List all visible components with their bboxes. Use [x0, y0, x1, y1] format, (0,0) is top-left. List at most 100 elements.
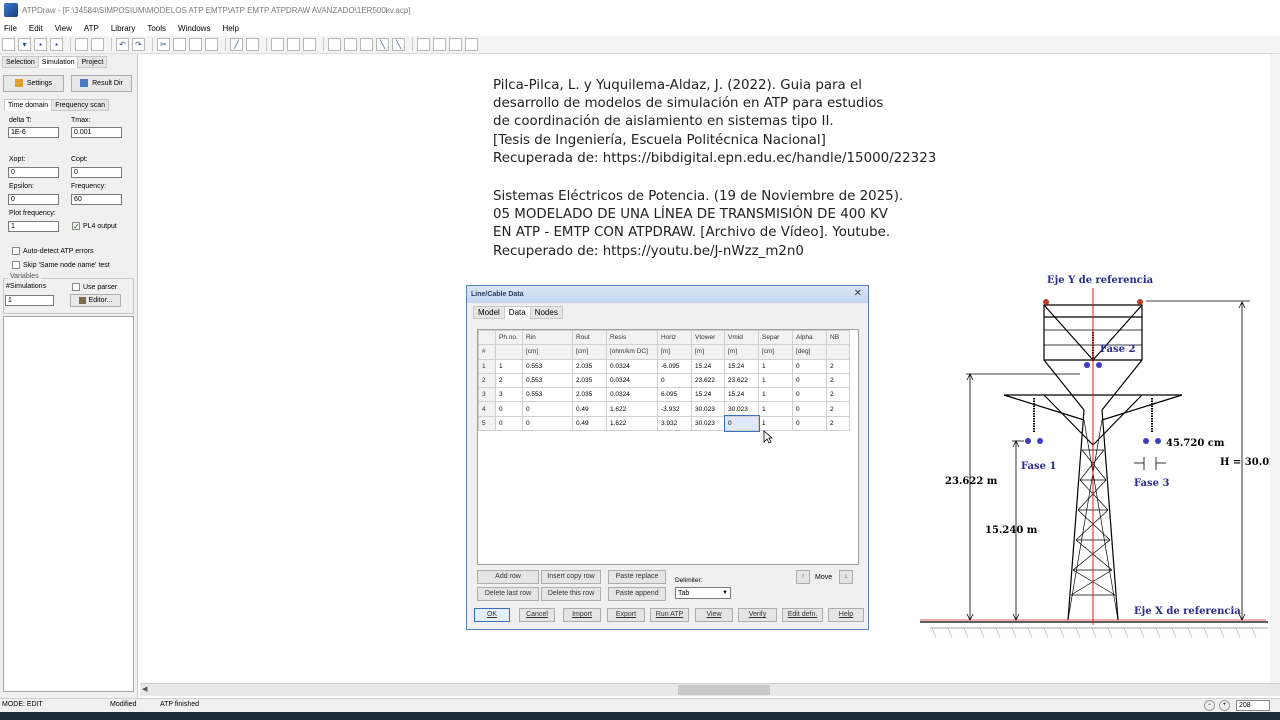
connection-icon[interactable]: ╲	[376, 38, 389, 51]
flip-icon[interactable]	[287, 38, 300, 51]
view-button[interactable]: View	[695, 608, 733, 622]
use-parser-checkbox[interactable]	[72, 283, 80, 291]
insert-copy-row-button[interactable]: Insert copy row	[541, 570, 601, 584]
paste-icon[interactable]	[189, 38, 202, 51]
run-atp-button[interactable]: Run ATP	[650, 608, 689, 622]
open-folder-icon[interactable]: ▾	[18, 38, 31, 51]
col-header[interactable]: NB	[826, 329, 850, 346]
table-row[interactable]: 4 0 0 0.49 1.622 -3.932 30.023 30.023 1 0 2	[478, 401, 850, 417]
col-header[interactable]: Resis	[606, 329, 658, 346]
simulations-count-input[interactable]: 1	[5, 295, 54, 306]
scroll-left-icon[interactable]: ◀	[142, 685, 147, 693]
move-down-button[interactable]: ↓	[839, 570, 853, 584]
xopt-input[interactable]: 0	[8, 167, 59, 178]
delete-last-row-button[interactable]: Delete last row	[477, 587, 539, 601]
refresh-icon[interactable]	[328, 38, 341, 51]
col-header[interactable]: Vtower	[691, 329, 725, 346]
relation-icon[interactable]: ╲	[392, 38, 405, 51]
result-dir-button[interactable]: Result Dir	[71, 75, 132, 92]
add-row-button[interactable]: Add row	[477, 570, 539, 584]
delete-this-row-button[interactable]: Delete this row	[541, 587, 601, 601]
col-header[interactable]: Horiz	[657, 329, 692, 346]
edit-definition-button[interactable]: Edit defn.	[782, 608, 823, 622]
col-header[interactable]: Rin	[522, 329, 573, 346]
new-file-icon[interactable]	[2, 38, 15, 51]
tree-icon[interactable]	[465, 38, 478, 51]
tab-nodes[interactable]: Nodes	[529, 306, 563, 319]
menu-library[interactable]: Library	[107, 24, 143, 33]
delta-t-input[interactable]: 1E-6	[8, 127, 59, 138]
menu-file[interactable]: File	[0, 24, 25, 33]
paste-replace-button[interactable]: Paste replace	[608, 570, 666, 584]
redo-icon[interactable]: ↷	[132, 38, 145, 51]
editor-button[interactable]: Editor...	[70, 294, 121, 307]
table-row[interactable]: 5 0 0 0.49 1.622 3.932 30.023 0 1 0 2	[478, 415, 850, 432]
zoom-out-icon[interactable]: −	[1204, 700, 1215, 711]
ok-button[interactable]: OK	[474, 608, 510, 622]
pl4-output-checkbox[interactable]	[72, 222, 80, 230]
col-header[interactable]: Alpha	[792, 329, 827, 346]
cancel-button[interactable]: Cancel	[519, 608, 555, 622]
col-header[interactable]: Vmid	[724, 329, 759, 346]
conductor-data-grid[interactable]: Ph.no. Rin Rout Resis Horiz Vtower Vmid …	[477, 329, 859, 565]
table-row[interactable]: 1 1 0.553 2.035 0.0324 -6.095 15.24 15.24 1 0 2	[478, 358, 850, 374]
col-header[interactable]: Ph.no.	[495, 329, 523, 346]
tab-model[interactable]: Model	[473, 306, 505, 319]
menu-windows[interactable]: Windows	[174, 24, 218, 33]
table-row[interactable]: 3 3 0.553 2.035 0.0324 6.095 15.24 15.24 1 0 2	[478, 387, 850, 403]
col-header[interactable]: Separ	[758, 329, 793, 346]
move-up-button[interactable]: ↑	[796, 570, 810, 584]
close-icon[interactable]: ✕	[854, 288, 862, 299]
tab-selection[interactable]: Selection	[2, 56, 39, 68]
compress-icon[interactable]	[417, 38, 430, 51]
epsilon-input[interactable]: 0	[8, 194, 59, 205]
mirror-icon[interactable]	[303, 38, 316, 51]
delimiter-select[interactable]: Tab ▼	[675, 587, 731, 599]
lock-icon[interactable]	[360, 38, 373, 51]
copy-icon[interactable]	[173, 38, 186, 51]
menu-atp[interactable]: ATP	[80, 24, 107, 33]
vertical-scrollbar[interactable]	[1270, 54, 1280, 683]
settings-button[interactable]: Settings	[3, 75, 64, 92]
menu-tools[interactable]: Tools	[143, 24, 174, 33]
copt-input[interactable]: 0	[71, 167, 122, 178]
save-all-icon[interactable]: ▪	[50, 38, 63, 51]
tab-data[interactable]: Data	[503, 306, 531, 320]
menu-edit[interactable]: Edit	[25, 24, 51, 33]
skip-node-name-checkbox[interactable]	[12, 261, 20, 269]
cut-icon[interactable]: ✂	[157, 38, 170, 51]
horizontal-scrollbar[interactable]: ◀	[140, 683, 1280, 696]
verify-button[interactable]: Verify	[738, 608, 777, 622]
line-draw-icon[interactable]: ╱	[230, 38, 243, 51]
help-button[interactable]: Help	[828, 608, 864, 622]
export-icon[interactable]	[91, 38, 104, 51]
text-icon[interactable]	[246, 38, 259, 51]
editing-cell[interactable]: 0	[723, 415, 760, 432]
simulation-list-box[interactable]	[3, 316, 134, 692]
rotate-icon[interactable]	[271, 38, 284, 51]
duplicate-icon[interactable]	[205, 38, 218, 51]
paste-append-button[interactable]: Paste append	[608, 587, 666, 601]
tab-project[interactable]: Project	[77, 56, 108, 68]
table-row[interactable]: 2 2 0.553 2.035 0.0324 0 23.622 23.622 1 0 2	[478, 372, 850, 389]
col-header[interactable]: Rout	[572, 329, 607, 346]
edit-icon[interactable]	[449, 38, 462, 51]
menu-help[interactable]: Help	[218, 24, 246, 33]
undo-icon[interactable]: ↶	[116, 38, 129, 51]
export-button[interactable]: Export	[607, 608, 645, 622]
horizontal-scroll-thumb[interactable]	[678, 685, 770, 695]
zoom-level-select[interactable]: 208	[1236, 700, 1270, 711]
tab-frequency-scan[interactable]: Frequency scan	[51, 99, 110, 111]
tmax-input[interactable]: 0.001	[71, 127, 122, 138]
grid-icon[interactable]	[344, 38, 357, 51]
tab-time-domain[interactable]: Time domain	[4, 99, 53, 111]
tab-simulation[interactable]: Simulation	[37, 56, 79, 68]
autodetect-checkbox[interactable]	[12, 247, 20, 255]
import-button[interactable]: Import	[563, 608, 601, 622]
menu-view[interactable]: View	[51, 24, 80, 33]
frequency-input[interactable]: 60	[71, 194, 122, 205]
save-icon[interactable]: ▪	[34, 38, 47, 51]
run-icon[interactable]	[433, 38, 446, 51]
import-icon[interactable]	[75, 38, 88, 51]
zoom-in-icon[interactable]: +	[1219, 700, 1230, 711]
